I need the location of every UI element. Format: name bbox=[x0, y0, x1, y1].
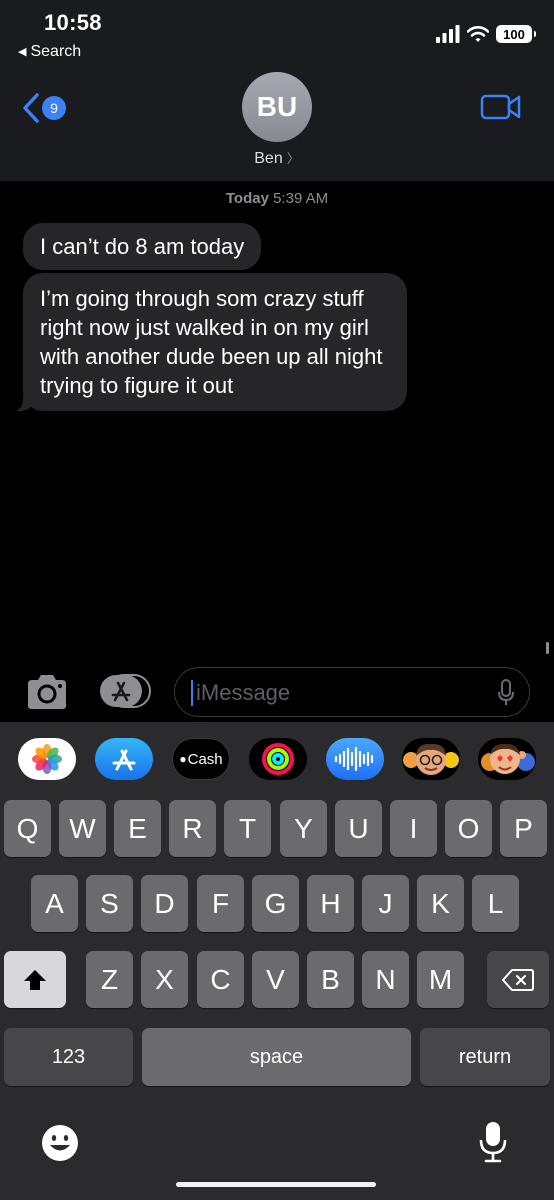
key[interactable]: Q bbox=[4, 800, 51, 857]
back-button[interactable]: 9 bbox=[22, 90, 82, 126]
key[interactable]: P bbox=[500, 800, 547, 857]
apple-cash-button[interactable]: ● Cash bbox=[172, 738, 230, 780]
apple-logo-icon: ● bbox=[179, 752, 187, 766]
dictation-mic-icon[interactable] bbox=[478, 1120, 508, 1164]
contact-avatar[interactable]: BU bbox=[242, 72, 312, 142]
key[interactable]: F bbox=[197, 875, 244, 932]
cellular-signal-icon bbox=[436, 25, 460, 43]
key[interactable]: K bbox=[417, 875, 464, 932]
memoji-stickers-icon bbox=[481, 743, 535, 774]
key[interactable]: S bbox=[86, 875, 133, 932]
key[interactable]: Y bbox=[280, 800, 327, 857]
message-input[interactable]: iMessage bbox=[174, 667, 530, 717]
audio-message-button[interactable] bbox=[326, 738, 384, 780]
key[interactable]: H bbox=[307, 875, 354, 932]
status-icons: 100 bbox=[436, 22, 536, 46]
memoji-stickers-button[interactable] bbox=[478, 738, 536, 780]
key[interactable]: J bbox=[362, 875, 409, 932]
battery-level: 100 bbox=[503, 26, 525, 42]
memoji-icon bbox=[403, 743, 459, 775]
key[interactable]: A bbox=[31, 875, 78, 932]
delete-key[interactable] bbox=[487, 951, 549, 1008]
backspace-icon bbox=[502, 968, 534, 991]
key[interactable]: U bbox=[335, 800, 382, 857]
key[interactable]: D bbox=[141, 875, 188, 932]
contact-name-button[interactable]: Ben 〉 bbox=[0, 148, 554, 168]
cash-label: Cash bbox=[187, 750, 223, 768]
key[interactable]: B bbox=[307, 951, 354, 1008]
photos-icon bbox=[32, 744, 62, 774]
shift-arrow-icon bbox=[24, 969, 46, 990]
back-app-label: Search bbox=[30, 43, 82, 60]
app-store-drawer-button[interactable] bbox=[98, 673, 152, 709]
photos-app-button[interactable] bbox=[18, 738, 76, 780]
chevron-right-icon: 〉 bbox=[286, 151, 300, 166]
home-indicator[interactable] bbox=[176, 1182, 376, 1187]
shift-key[interactable] bbox=[4, 951, 66, 1008]
key[interactable]: Z bbox=[86, 951, 133, 1008]
activity-rings-icon bbox=[262, 743, 294, 775]
received-message-bubble[interactable]: I can’t do 8 am today bbox=[23, 223, 262, 270]
memoji-button[interactable] bbox=[402, 738, 460, 780]
emoji-icon[interactable] bbox=[40, 1123, 80, 1163]
message-timestamp: Today 5:39 AM bbox=[0, 190, 554, 207]
battery-icon: 100 bbox=[496, 25, 536, 43]
unread-badge: 9 bbox=[42, 96, 66, 120]
dictation-mic-icon[interactable] bbox=[497, 679, 515, 707]
key[interactable]: C bbox=[197, 951, 244, 1008]
message-text: I’m going through som crazy stuff right … bbox=[40, 286, 383, 398]
scroll-indicator[interactable] bbox=[546, 642, 549, 654]
activity-app-button[interactable] bbox=[249, 738, 307, 780]
message-input-placeholder: iMessage bbox=[196, 680, 291, 705]
return-key[interactable]: return bbox=[420, 1028, 550, 1086]
back-triangle-icon: ◀ bbox=[18, 46, 27, 58]
back-to-app-link[interactable]: ◀ Search bbox=[18, 43, 81, 61]
space-key[interactable]: space bbox=[142, 1028, 411, 1086]
facetime-video-icon[interactable] bbox=[480, 92, 522, 122]
key[interactable]: X bbox=[141, 951, 188, 1008]
app-store-a-icon bbox=[112, 749, 136, 771]
timestamp-day: Today bbox=[225, 190, 269, 207]
key[interactable]: M bbox=[417, 951, 464, 1008]
key[interactable]: L bbox=[472, 875, 519, 932]
key[interactable]: W bbox=[59, 800, 106, 857]
key[interactable]: R bbox=[169, 800, 216, 857]
audio-waveform-icon bbox=[334, 746, 374, 772]
timestamp-time: 5:39 AM bbox=[273, 190, 329, 207]
chevron-left-icon bbox=[23, 93, 39, 123]
numbers-key[interactable]: 123 bbox=[4, 1028, 133, 1086]
wifi-icon bbox=[467, 26, 489, 42]
key[interactable]: N bbox=[362, 951, 409, 1008]
key[interactable]: I bbox=[390, 800, 437, 857]
app-store-icon bbox=[100, 674, 151, 708]
text-cursor bbox=[191, 680, 193, 706]
avatar-initials: BU bbox=[256, 91, 298, 122]
key[interactable]: G bbox=[252, 875, 299, 932]
received-message-bubble[interactable]: I’m going through som crazy stuff right … bbox=[13, 273, 407, 411]
key[interactable]: V bbox=[252, 951, 299, 1008]
key[interactable]: E bbox=[114, 800, 161, 857]
camera-icon[interactable] bbox=[24, 672, 70, 712]
contact-name: Ben bbox=[254, 150, 283, 167]
key[interactable]: T bbox=[224, 800, 271, 857]
app-store-button[interactable] bbox=[95, 738, 153, 780]
message-text: I can’t do 8 am today bbox=[40, 234, 245, 259]
key[interactable]: O bbox=[445, 800, 492, 857]
status-time: 10:58 bbox=[44, 10, 102, 35]
